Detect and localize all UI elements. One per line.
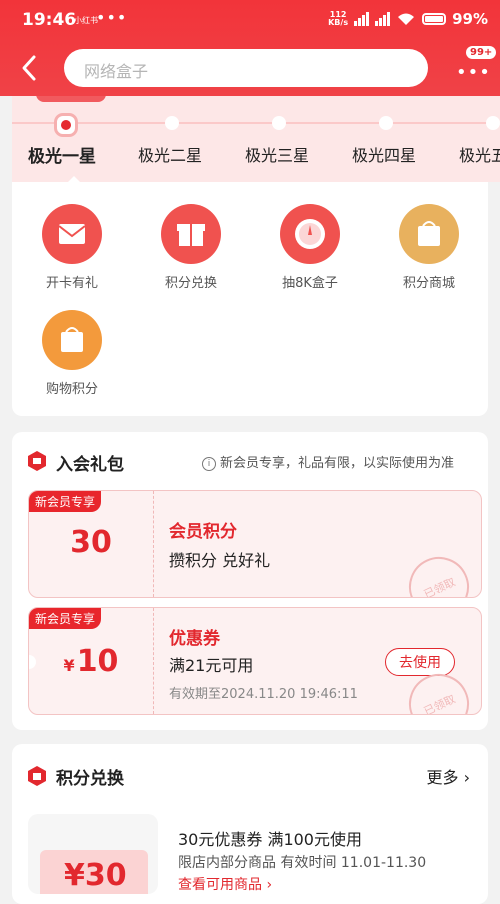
level-tab-2[interactable]: 极光二星 [138, 142, 202, 166]
exchange-item-thumbnail: ¥30 [28, 814, 158, 894]
benefit-points-exchange[interactable]: 积分兑换 [141, 204, 241, 291]
status-bar: 19:46 小红书 ••• 112 KB/s 99% [0, 0, 500, 42]
voucher-amount: ¥10 [29, 644, 153, 679]
points-exchange-more-link[interactable]: 更多 › [427, 764, 471, 788]
top-header: 19:46 小红书 ••• 112 KB/s 99% 网络盒子 99+ ••• [0, 0, 500, 96]
coupon-divider [153, 608, 154, 714]
current-level-tag [36, 96, 106, 102]
level-tab-3[interactable]: 极光三星 [245, 142, 309, 166]
benefit-welcome-gift[interactable]: 开卡有礼 [22, 204, 122, 291]
gift-pack-note: i 新会员专享，礼品有限，以实际使用为准 [202, 452, 454, 471]
gift-icon [161, 204, 221, 264]
points-coupon-desc: 攒积分 兑好礼 [169, 551, 271, 570]
back-icon[interactable] [18, 54, 42, 82]
level-dot-2 [165, 116, 179, 130]
signal-icon-2 [375, 12, 391, 26]
shopping-bag-icon [42, 310, 102, 370]
exchange-item-title: 30元优惠券 满100元使用 [178, 830, 362, 849]
info-icon: i [202, 456, 216, 471]
new-member-tag: 新会员专享 [29, 491, 102, 512]
voucher-validity: 有效期至2024.11.20 19:46:11 [169, 687, 358, 702]
more-dots-icon: ••• [456, 62, 491, 83]
network-speed-unit: KB/s [328, 18, 349, 27]
shopping-bag-icon [399, 204, 459, 264]
level-dot-1 [54, 113, 78, 137]
wifi-icon [398, 13, 415, 25]
more-menu-button[interactable]: 99+ ••• [454, 46, 497, 83]
voucher-condition: 满21元可用 [169, 656, 254, 675]
gift-pack-title: 入会礼包 [56, 455, 124, 475]
benefit-label: 积分兑换 [164, 276, 217, 291]
gift-pack-note-text: 新会员专享，礼品有限，以实际使用为准 [220, 456, 455, 471]
signal-icon [354, 12, 370, 26]
membership-level-strip: 极光一星 极光二星 极光三星 极光四星 极光五星 [12, 96, 500, 182]
voucher-coupon: 新会员专享 ¥10 优惠券 满21元可用 有效期至2024.11.20 19:4… [28, 607, 482, 715]
exchange-bag-icon [28, 766, 46, 786]
exchange-item[interactable]: ¥30 30元优惠券 满100元使用 限店内部分商品 有效时间 11.01-11… [28, 814, 488, 894]
search-input[interactable]: 网络盒子 [64, 49, 428, 87]
ticket-icon [28, 451, 46, 471]
battery-icon [422, 13, 447, 25]
level-tab-4[interactable]: 极光四星 [352, 142, 416, 166]
level-tab-5[interactable]: 极光五星 [459, 142, 500, 166]
points-coupon-title: 会员积分 [169, 522, 237, 542]
status-app-chip: 小红书 [74, 16, 98, 25]
search-placeholder: 网络盒子 [84, 62, 149, 81]
benefit-lottery-8k-box[interactable]: 抽8K盒子 [260, 204, 360, 291]
use-voucher-button[interactable]: 去使用 [385, 648, 455, 676]
dial-icon [280, 204, 340, 264]
coupon-divider [153, 491, 154, 597]
battery-percent: 99% [452, 10, 488, 28]
voucher-amount-value: 10 [76, 644, 119, 679]
benefit-label: 开卡有礼 [45, 276, 98, 291]
network-speed: 112 KB/s [328, 11, 348, 27]
level-dot-5 [486, 116, 500, 130]
claimed-stamp: 已领取 [399, 547, 479, 597]
message-count-badge: 99+ [466, 46, 497, 59]
benefit-label: 抽8K盒子 [282, 276, 338, 291]
gift-pack-card: 入会礼包 i 新会员专享，礼品有限，以实际使用为准 新会员专享 30 会员积分 攒… [12, 432, 488, 730]
benefit-label: 购物积分 [45, 382, 98, 397]
points-amount: 30 [70, 525, 112, 560]
benefit-shopping-points[interactable]: 购物积分 [22, 310, 122, 397]
voucher-title: 优惠券 [169, 629, 220, 649]
status-indicators: 112 KB/s 99% [328, 10, 488, 28]
benefit-label: 积分商城 [402, 276, 455, 291]
level-tab-1[interactable]: 极光一星 [28, 142, 96, 167]
currency-symbol: ¥ [63, 656, 75, 675]
exchange-item-subtitle: 限店内部分商品 有效时间 11.01-11.30 [178, 855, 427, 871]
status-time: 19:46 [22, 10, 77, 30]
benefit-points-mall[interactable]: 积分商城 [379, 204, 479, 291]
status-more-dots: ••• [96, 8, 128, 27]
level-dot-3 [272, 116, 286, 130]
envelope-icon [42, 204, 102, 264]
view-available-products-link[interactable]: 查看可用商品 › [178, 874, 272, 894]
level-dot-4 [379, 116, 393, 130]
new-member-tag: 新会员专享 [29, 608, 102, 629]
level-benefits-panel: 开卡有礼 积分兑换 抽8K盒子 积分商城 购物积分 [12, 182, 488, 416]
points-exchange-title: 积分兑换 [56, 769, 124, 789]
points-exchange-card: 积分兑换 更多 › ¥30 30元优惠券 满100元使用 限店内部分商品 有效时… [12, 744, 488, 904]
points-coupon: 新会员专享 30 会员积分 攒积分 兑好礼 已领取 [28, 490, 482, 598]
level-progress-track [12, 122, 500, 124]
